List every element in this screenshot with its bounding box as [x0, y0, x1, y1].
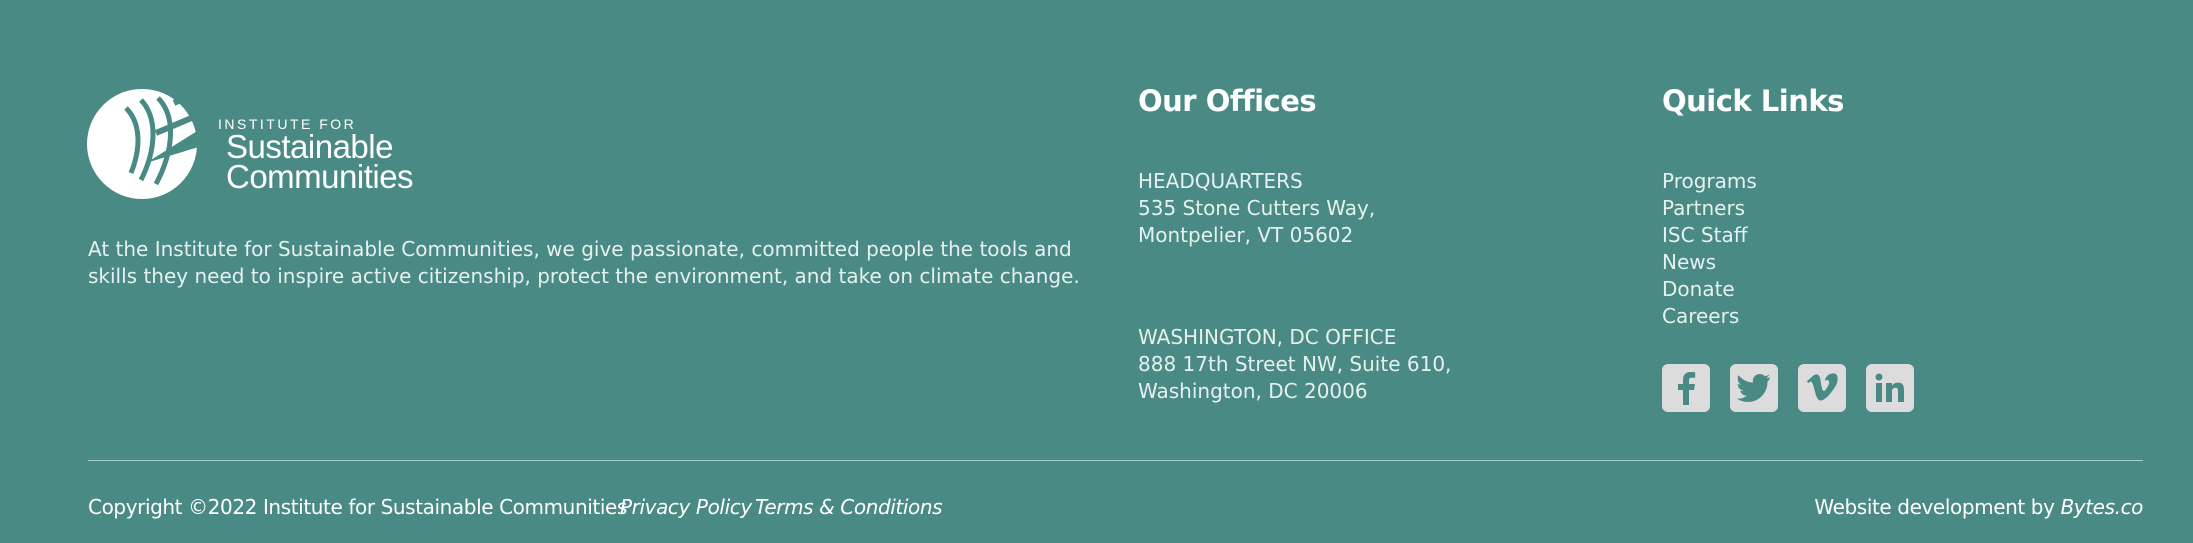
linkedin-button[interactable]: [1866, 364, 1914, 412]
developer-credit: Website development by Bytes.co: [1814, 494, 2143, 520]
office-washington-dc: WASHINGTON, DC OFFICE 888 17th Street NW…: [1138, 324, 1451, 405]
office-address-line-2: Washington, DC 20006: [1138, 379, 1368, 403]
quick-link-donate[interactable]: Donate: [1662, 276, 1757, 303]
quick-links-heading: Quick Links: [1662, 84, 1844, 118]
office-name: HEADQUARTERS: [1138, 169, 1303, 193]
quick-link-partners[interactable]: Partners: [1662, 195, 1757, 222]
twitter-icon: [1737, 374, 1770, 402]
isc-logo[interactable]: INSTITUTE FOR Sustainable Communities: [86, 88, 426, 203]
terms-conditions-link[interactable]: Terms & Conditions: [755, 494, 943, 520]
facebook-button[interactable]: [1662, 364, 1710, 412]
offices-heading: Our Offices: [1138, 84, 1317, 118]
logo-wordmark: INSTITUTE FOR Sustainable Communities: [216, 116, 414, 195]
office-address-line-2: Montpelier, VT 05602: [1138, 223, 1354, 247]
quick-links-list: Programs Partners ISC Staff News Donate …: [1662, 168, 1757, 330]
linkedin-icon: [1875, 373, 1904, 402]
facebook-icon: [1678, 372, 1696, 405]
office-name: WASHINGTON, DC OFFICE: [1138, 325, 1397, 349]
copyright-text: Copyright ©2022 Institute for Sustainabl…: [88, 495, 627, 519]
social-links: [1662, 364, 1914, 412]
logo-leaf-icon: [87, 89, 201, 199]
about-text: At the Institute for Sustainable Communi…: [88, 237, 1080, 288]
vimeo-icon: [1806, 373, 1838, 401]
footer-divider: [88, 460, 2143, 461]
site-footer: INSTITUTE FOR Sustainable Communities At…: [0, 0, 2193, 543]
twitter-button[interactable]: [1730, 364, 1778, 412]
quick-link-programs[interactable]: Programs: [1662, 168, 1757, 195]
office-address-line-1: 535 Stone Cutters Way,: [1138, 196, 1376, 220]
privacy-policy-link[interactable]: Privacy Policy: [620, 494, 752, 520]
vimeo-button[interactable]: [1798, 364, 1846, 412]
quick-link-careers[interactable]: Careers: [1662, 303, 1757, 330]
credit-prefix: Website development by: [1814, 495, 2061, 519]
developer-link[interactable]: Bytes.co: [2060, 495, 2143, 519]
office-address-line-1: 888 17th Street NW, Suite 610,: [1138, 352, 1452, 376]
logo-line-2: Communities: [226, 158, 414, 195]
office-headquarters: HEADQUARTERS 535 Stone Cutters Way, Mont…: [1138, 168, 1375, 249]
quick-link-news[interactable]: News: [1662, 249, 1757, 276]
quick-link-isc-staff[interactable]: ISC Staff: [1662, 222, 1757, 249]
